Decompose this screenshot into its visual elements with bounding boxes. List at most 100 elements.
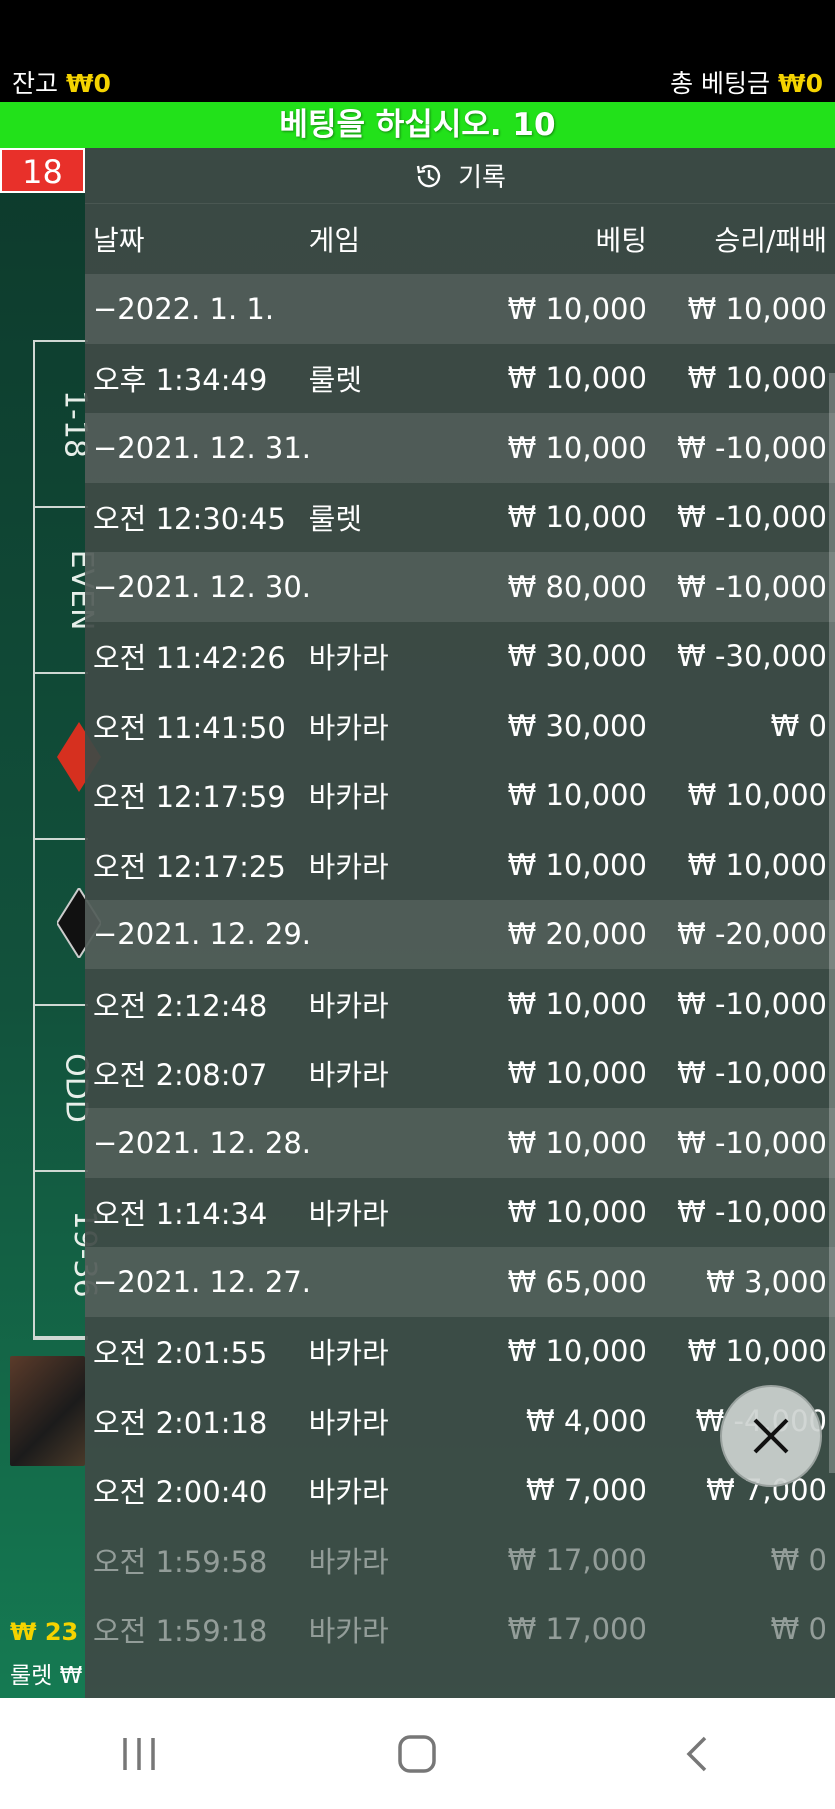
history-rows[interactable]: −2022. 1. 1. ₩ 10,000 ₩ 10,000 오후 1:34:49 룰렛…	[85, 274, 835, 1664]
group-result-total: ₩ -20,000	[677, 917, 827, 952]
balance-value: ₩0	[65, 69, 111, 98]
history-date-group-row[interactable]: −2021. 12. 29. ₩ 20,000 ₩ -20,000	[85, 899, 835, 969]
item-time: 오전 1:14:34	[93, 1197, 268, 1232]
balance: 잔고 ₩0	[12, 64, 111, 100]
history-item-row: 오전 11:41:50 바카라 ₩ 30,000 ₩ 0	[85, 691, 835, 761]
item-game: 바카라	[308, 780, 389, 815]
bet-19-36[interactable]: 19-36	[35, 1172, 102, 1338]
history-date-group-row[interactable]: −2021. 12. 31. ₩ 10,000 ₩ -10,000	[85, 413, 835, 483]
bet-red[interactable]	[35, 674, 101, 840]
bottom-amount: ₩ 23	[10, 1618, 79, 1646]
system-nav-bar	[0, 1698, 835, 1809]
outside-bets-column[interactable]: 1-18 EVEN ODD 19-36	[33, 340, 102, 1340]
recent-apps-button[interactable]	[109, 1729, 169, 1779]
group-date: −2021. 12. 30.	[93, 569, 311, 604]
history-item-row: 오전 12:30:45 룰렛 ₩ 10,000 ₩ -10,000	[85, 483, 835, 553]
close-button[interactable]	[720, 1385, 822, 1487]
group-result-total: ₩ 10,000	[687, 291, 827, 326]
item-time: 오전 1:59:18	[93, 1614, 268, 1649]
item-time: 오전 2:00:40	[93, 1475, 268, 1510]
item-game: 바카라	[308, 988, 389, 1023]
item-bet: ₩ 17,000	[507, 1542, 647, 1577]
bet-1-18[interactable]: 1-18	[35, 342, 93, 508]
group-date: −2022. 1. 1.	[93, 291, 275, 326]
history-item-row: 오전 2:12:48 바카라 ₩ 10,000 ₩ -10,000	[85, 969, 835, 1039]
history-clock-icon	[416, 164, 441, 187]
group-bet-total: ₩ 80,000	[507, 569, 647, 604]
item-game: 바카라	[308, 1405, 389, 1440]
history-date-group-row[interactable]: −2021. 12. 28. ₩ 10,000 ₩ -10,000	[85, 1108, 835, 1178]
history-panel: 기록 날짜 게임 베팅 승리/패배 −2022. 1. 1. ₩ 10,000 ₩ …	[85, 148, 835, 1698]
header-result: 승리/패배	[714, 224, 827, 257]
item-game: 룰렛	[308, 363, 363, 398]
item-game: 룰렛	[308, 502, 363, 537]
item-result: ₩ 10,000	[687, 778, 827, 813]
item-bet: ₩ 10,000	[507, 1195, 647, 1230]
home-button[interactable]	[387, 1729, 447, 1779]
item-result: ₩ -10,000	[677, 986, 827, 1021]
item-bet: ₩ 30,000	[507, 708, 647, 743]
item-bet: ₩ 10,000	[507, 500, 647, 535]
history-date-group-row[interactable]: −2022. 1. 1. ₩ 10,000 ₩ 10,000	[85, 274, 835, 344]
item-result: ₩ -10,000	[677, 500, 827, 535]
item-bet: ₩ 10,000	[507, 986, 647, 1021]
history-item-row: 오전 1:14:34 바카라 ₩ 10,000 ₩ -10,000	[85, 1178, 835, 1248]
history-item-row: 오전 12:17:59 바카라 ₩ 10,000 ₩ 10,000	[85, 761, 835, 831]
item-bet: ₩ 4,000	[526, 1403, 647, 1438]
header-bet: 베팅	[595, 224, 647, 257]
group-date: −2021. 12. 31.	[93, 430, 311, 465]
item-game: 바카라	[308, 1058, 389, 1093]
history-date-group-row[interactable]: −2021. 12. 27. ₩ 65,000 ₩ 3,000	[85, 1247, 835, 1317]
history-item-row: 오전 2:08:07 바카라 ₩ 10,000 ₩ -10,000	[85, 1039, 835, 1109]
item-time: 오전 2:01:18	[93, 1405, 268, 1440]
group-result-total: ₩ 3,000	[706, 1264, 827, 1299]
group-date: −2021. 12. 29.	[93, 917, 311, 952]
history-item-row: 오전 11:42:26 바카라 ₩ 30,000 ₩ -30,000	[85, 622, 835, 692]
bet-odd[interactable]: ODD	[35, 1006, 93, 1172]
item-result: ₩ 7,000	[706, 1473, 827, 1508]
item-bet: ₩ 10,000	[507, 361, 647, 396]
top-status-bar: 잔고 ₩0 총 베팅금 ₩0	[0, 0, 835, 102]
item-result: ₩ 0	[770, 708, 827, 743]
history-title-text: 기록	[458, 163, 506, 193]
group-bet-total: ₩ 10,000	[507, 430, 647, 465]
item-time: 오전 1:59:58	[93, 1544, 268, 1579]
group-bet-total: ₩ 10,000	[507, 1125, 647, 1160]
bet-black[interactable]	[35, 840, 101, 1006]
item-bet: ₩ 30,000	[507, 639, 647, 674]
group-date: −2021. 12. 27.	[93, 1264, 311, 1299]
item-game: 바카라	[308, 1197, 389, 1232]
history-date-group-row[interactable]: −2021. 12. 30. ₩ 80,000 ₩ -10,000	[85, 552, 835, 622]
item-result: ₩ 10,000	[687, 1334, 827, 1369]
item-time: 오전 2:01:55	[93, 1336, 268, 1371]
item-time: 오전 2:12:48	[93, 988, 268, 1023]
item-bet: ₩ 17,000	[507, 1612, 647, 1647]
item-result: ₩ 0	[770, 1612, 827, 1647]
group-result-total: ₩ -10,000	[677, 430, 827, 465]
total-bet-label: 총 베팅금	[670, 69, 771, 98]
item-game: 바카라	[308, 1544, 389, 1579]
total-bet: 총 베팅금 ₩0	[670, 64, 823, 100]
item-game: 바카라	[308, 1475, 389, 1510]
history-item-row: 오전 1:59:18 바카라 ₩ 17,000 ₩ 0	[85, 1595, 835, 1665]
history-item-row: 오전 1:59:58 바카라 ₩ 17,000 ₩ 0	[85, 1525, 835, 1595]
item-result: ₩ 10,000	[687, 361, 827, 396]
back-button[interactable]	[666, 1729, 726, 1779]
history-title: 기록	[85, 148, 835, 204]
last-number-badge: 18	[0, 148, 85, 193]
dealer-thumbnail[interactable]	[10, 1356, 85, 1466]
balance-label: 잔고	[12, 69, 59, 98]
item-result: ₩ -10,000	[677, 1056, 827, 1091]
item-bet: ₩ 10,000	[507, 1056, 647, 1091]
header-game: 게임	[308, 224, 361, 257]
total-bet-value: ₩0	[778, 69, 823, 98]
item-time: 오전 2:08:07	[93, 1058, 268, 1093]
bet-even[interactable]: EVEN	[35, 508, 99, 674]
group-bet-total: ₩ 20,000	[507, 917, 647, 952]
group-result-total: ₩ -10,000	[677, 569, 827, 604]
history-scrollbar[interactable]	[829, 373, 835, 1473]
item-game: 바카라	[308, 849, 389, 884]
history-table-header: 날짜 게임 베팅 승리/패배	[85, 204, 835, 274]
item-result: ₩ 10,000	[687, 847, 827, 882]
item-time: 오전 11:42:26	[93, 641, 286, 676]
